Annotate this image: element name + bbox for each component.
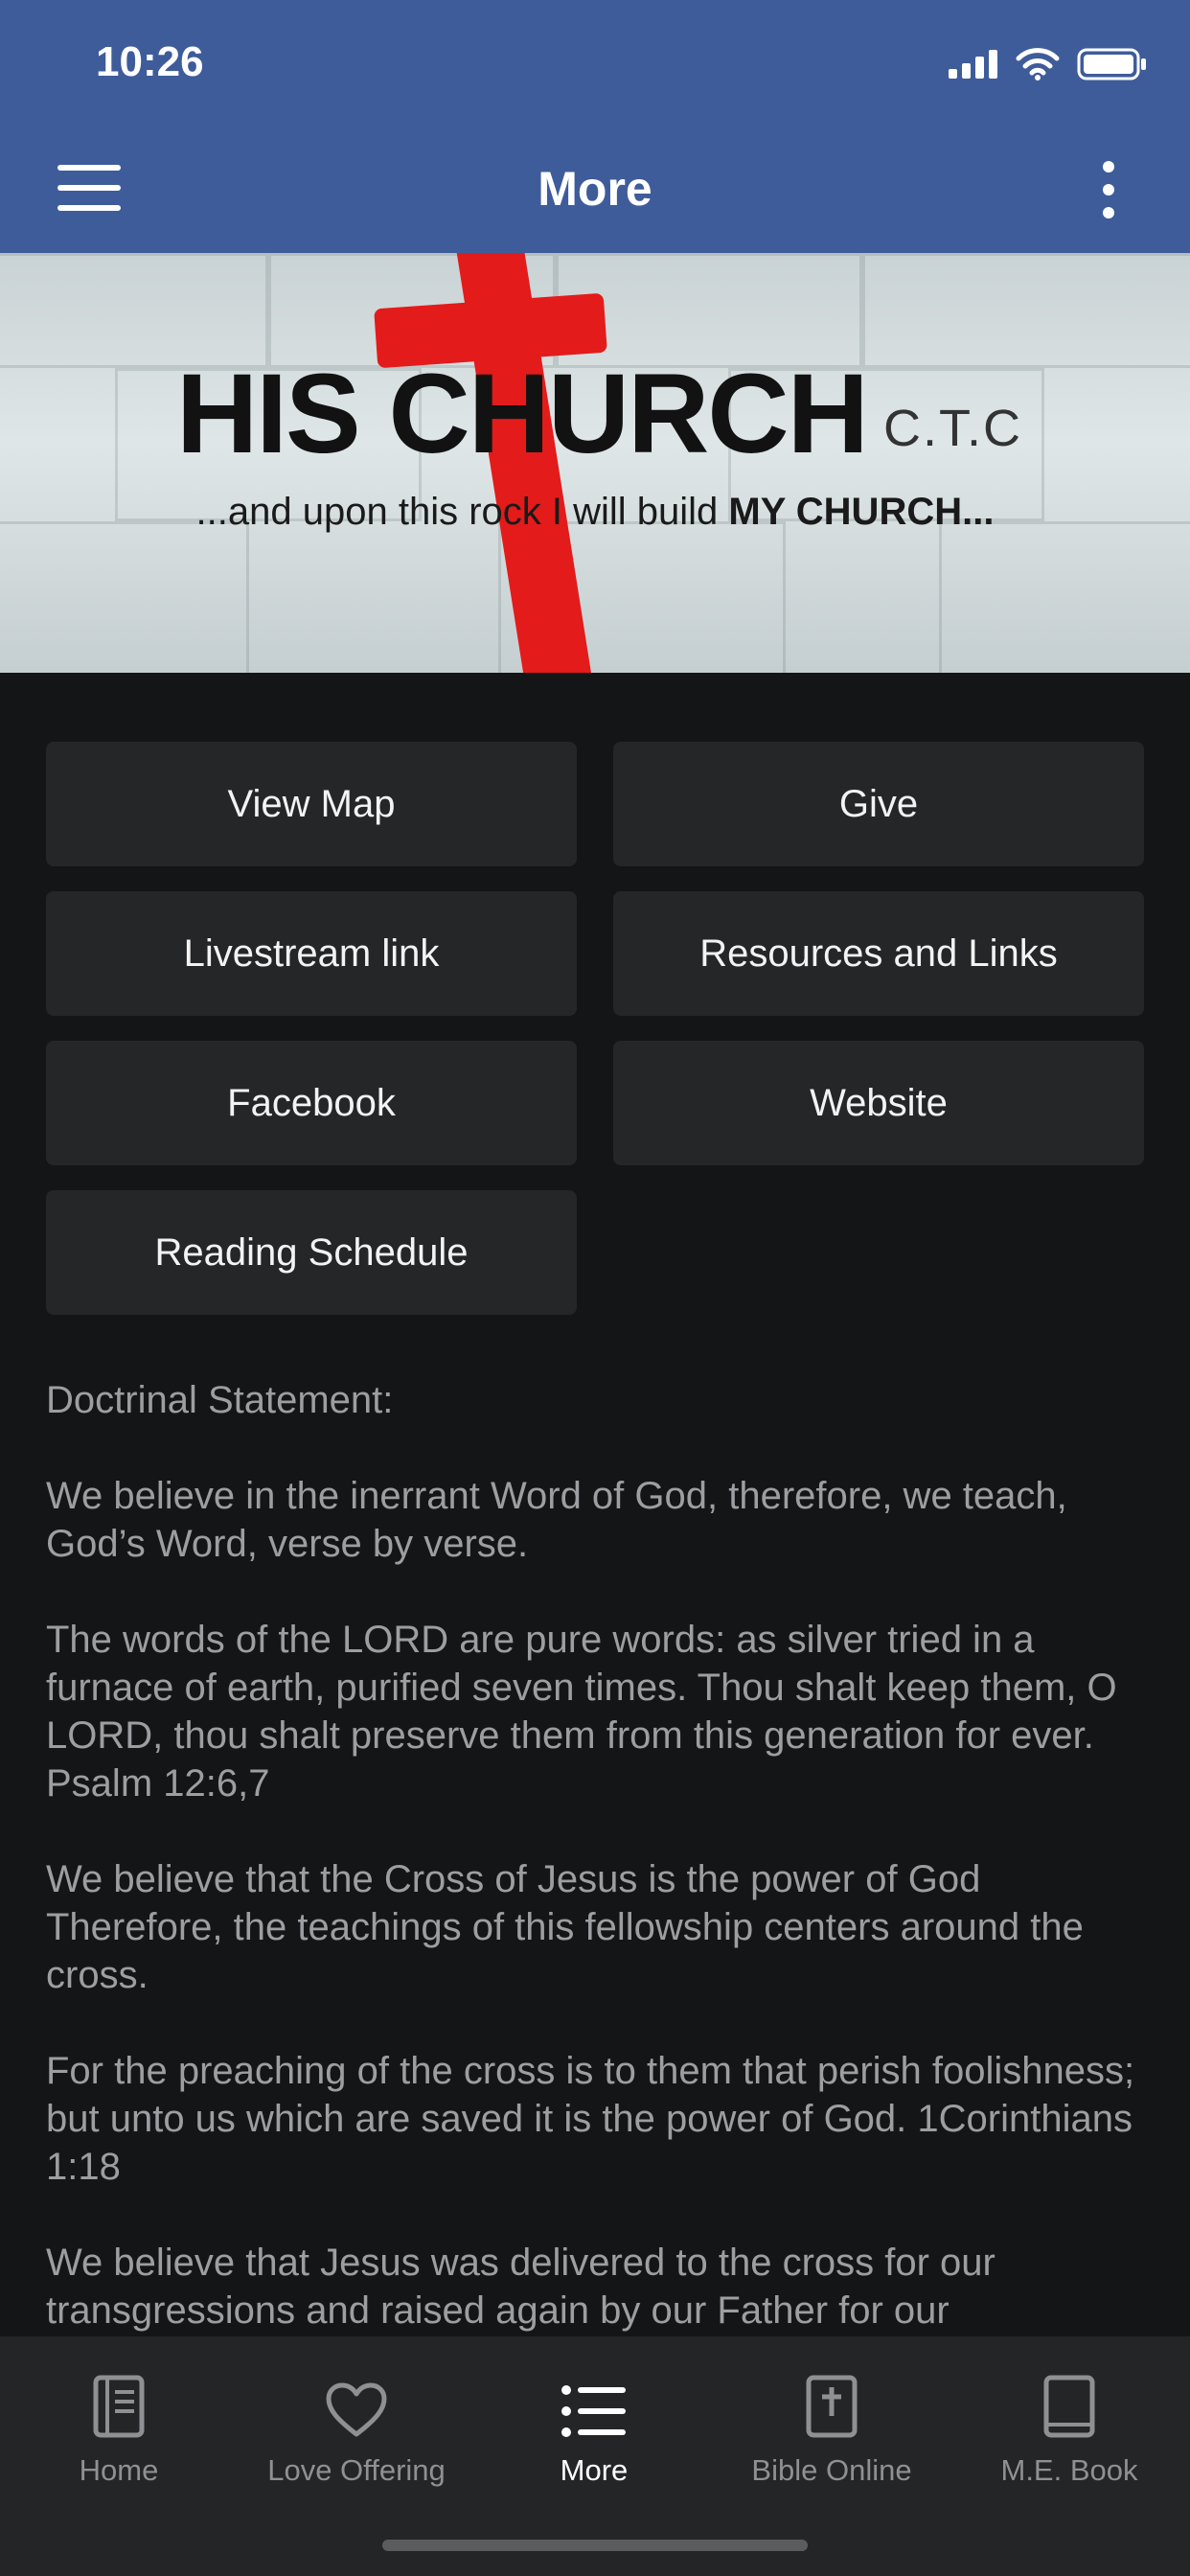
- statement-heading: Doctrinal Statement:: [46, 1379, 394, 1421]
- page-title: More: [538, 162, 652, 216]
- more-options-icon[interactable]: [1102, 161, 1115, 218]
- facebook-button[interactable]: Facebook: [46, 1041, 577, 1165]
- statement-paragraph: We believe that the Cross of Jesus is th…: [46, 1858, 1084, 1996]
- statement-paragraph: We believe that Jesus was delivered to t…: [46, 2242, 995, 2332]
- tab-bible-online[interactable]: Bible Online: [713, 2359, 950, 2488]
- statement-paragraph: We believe in the inerrant Word of God, …: [46, 1475, 1067, 1565]
- tab-label: More: [560, 2453, 629, 2487]
- statement-paragraph: The words of the LORD are pure words: as…: [46, 1619, 1117, 1805]
- livestream-link-button[interactable]: Livestream link: [46, 891, 577, 1016]
- tab-more[interactable]: More: [475, 2359, 713, 2488]
- signal-icon: [949, 50, 997, 79]
- status-icons: [949, 48, 1148, 80]
- tab-label: M.E. Book: [1000, 2453, 1138, 2487]
- home-indicator[interactable]: [382, 2540, 808, 2551]
- closed-book-icon: [1043, 2375, 1095, 2438]
- resources-links-button[interactable]: Resources and Links: [613, 891, 1144, 1016]
- app-header: 10:26 More: [0, 0, 1190, 253]
- doctrinal-statement: Doctrinal Statement: We believe in the i…: [46, 1376, 1157, 2336]
- give-button[interactable]: Give: [613, 742, 1144, 866]
- tab-home[interactable]: Home: [0, 2359, 238, 2488]
- tab-label: Love Offering: [267, 2453, 446, 2487]
- view-map-button[interactable]: View Map: [46, 742, 577, 866]
- bible-cross-icon: [806, 2375, 858, 2438]
- list-icon: [561, 2385, 626, 2437]
- tab-label: Bible Online: [751, 2453, 912, 2487]
- status-time: 10:26: [96, 38, 204, 85]
- book-icon: [93, 2375, 145, 2438]
- tab-love-offering[interactable]: Love Offering: [238, 2359, 475, 2488]
- tab-label: Home: [79, 2453, 159, 2487]
- heart-icon: [326, 2382, 387, 2437]
- brand-name: HIS CHURCH: [176, 351, 869, 477]
- reading-schedule-button[interactable]: Reading Schedule: [46, 1190, 577, 1315]
- battery-icon: [1077, 48, 1146, 80]
- brand-suffix: C.T.C: [883, 400, 1022, 457]
- tab-me-book[interactable]: M.E. Book: [950, 2359, 1188, 2488]
- website-button[interactable]: Website: [613, 1041, 1144, 1165]
- wifi-icon: [1016, 48, 1060, 80]
- church-banner: HIS CHURCH C.T.C ...and upon this rock I…: [0, 253, 1190, 673]
- brand-tagline: ...and upon this rock I will build MY CH…: [195, 491, 995, 533]
- statement-paragraph: For the preaching of the cross is to the…: [46, 2050, 1135, 2188]
